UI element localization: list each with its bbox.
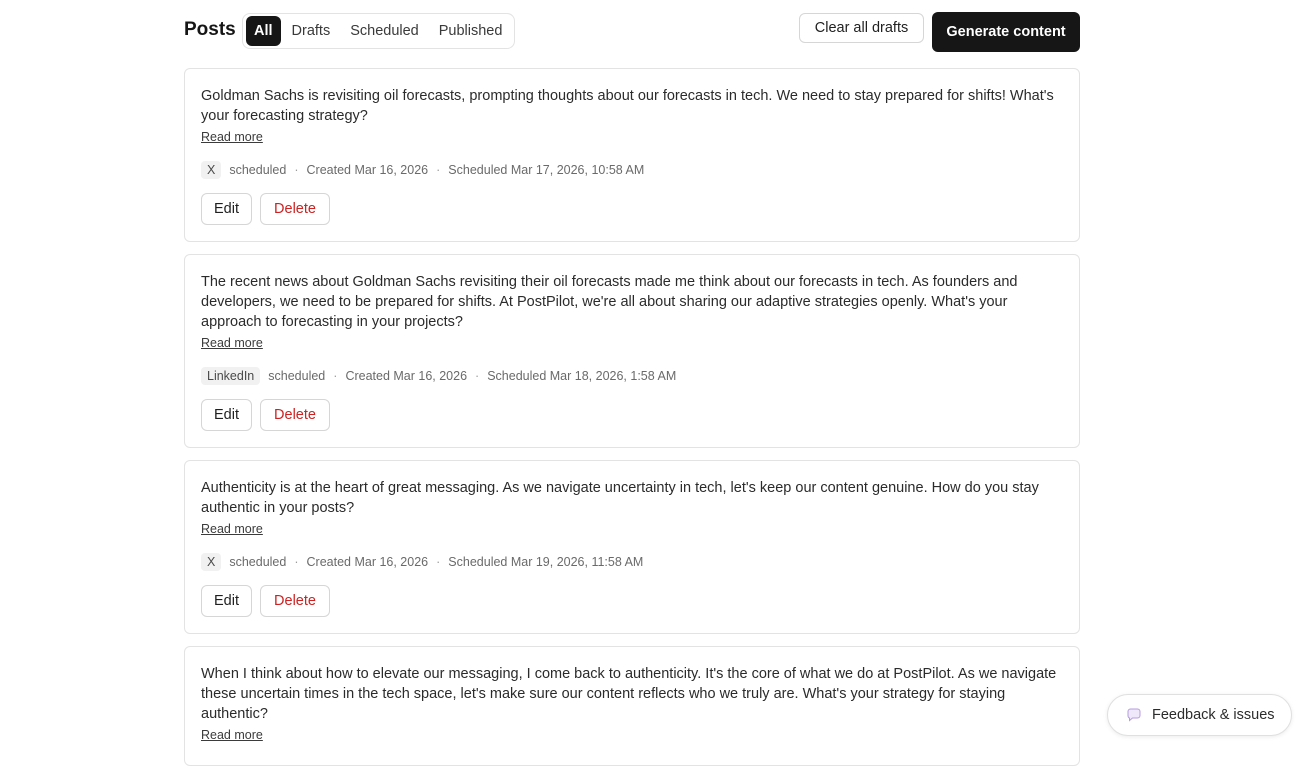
separator-dot: · [436,163,441,177]
post-text: Authenticity is at the heart of great me… [201,480,1039,516]
delete-button[interactable]: Delete [260,585,330,617]
platform-badge: X [201,161,222,179]
scheduled-date: Scheduled Mar 19, 2026, 11:58 AM [448,555,644,569]
posts-header: Posts All Drafts Scheduled Published Cle… [184,0,1080,68]
platform-badge: LinkedIn [201,367,261,385]
separator-dot: · [436,555,441,569]
feedback-label: Feedback & issues [1152,707,1275,723]
delete-button[interactable]: Delete [260,399,330,431]
post-card: When I think about how to elevate our me… [184,646,1080,766]
separator-dot: · [294,163,299,177]
read-more-link[interactable]: Read more [201,522,263,536]
status-label: scheduled [229,163,287,177]
feedback-button[interactable]: Feedback & issues [1107,694,1292,736]
tab-published[interactable]: Published [430,16,512,46]
page-title: Posts [184,19,236,40]
tab-drafts[interactable]: Drafts [283,16,340,46]
posts-page: Posts All Drafts Scheduled Published Cle… [184,0,1080,766]
chat-bubble-icon [1126,707,1142,723]
edit-button[interactable]: Edit [201,193,252,225]
separator-dot: · [475,369,480,383]
separator-dot: · [333,369,338,383]
created-date: Created Mar 16, 2026 [345,369,468,383]
edit-button[interactable]: Edit [201,399,252,431]
created-date: Created Mar 16, 2026 [306,555,429,569]
edit-button[interactable]: Edit [201,585,252,617]
scheduled-date: Scheduled Mar 17, 2026, 10:58 AM [448,163,645,177]
post-meta: X scheduled · Created Mar 16, 2026 · Sch… [201,552,1063,572]
post-actions: Edit Delete [201,585,1063,617]
status-label: scheduled [229,555,287,569]
post-meta: X scheduled · Created Mar 16, 2026 · Sch… [201,160,1063,180]
post-text: When I think about how to elevate our me… [201,666,1057,722]
platform-badge: X [201,553,222,571]
generate-content-button[interactable]: Generate content [932,12,1080,52]
read-more-link[interactable]: Read more [201,336,263,350]
tab-all[interactable]: All [246,16,281,46]
clear-drafts-button[interactable]: Clear all drafts [799,13,924,43]
post-actions: Edit Delete [201,193,1063,225]
post-actions: Edit Delete [201,399,1063,431]
post-text: Goldman Sachs is revisiting oil forecast… [201,88,1054,124]
post-text: The recent news about Goldman Sachs revi… [201,274,1018,330]
scheduled-date: Scheduled Mar 18, 2026, 1:58 AM [487,369,677,383]
read-more-link[interactable]: Read more [201,130,263,144]
separator-dot: · [294,555,299,569]
read-more-link[interactable]: Read more [201,728,263,742]
tab-scheduled[interactable]: Scheduled [341,16,428,46]
delete-button[interactable]: Delete [260,193,330,225]
post-card: Goldman Sachs is revisiting oil forecast… [184,68,1080,242]
status-label: scheduled [268,369,326,383]
created-date: Created Mar 16, 2026 [306,163,429,177]
post-meta: LinkedIn scheduled · Created Mar 16, 202… [201,366,1063,386]
filter-tabs: All Drafts Scheduled Published [242,13,516,49]
post-card: The recent news about Goldman Sachs revi… [184,254,1080,448]
post-card: Authenticity is at the heart of great me… [184,460,1080,634]
